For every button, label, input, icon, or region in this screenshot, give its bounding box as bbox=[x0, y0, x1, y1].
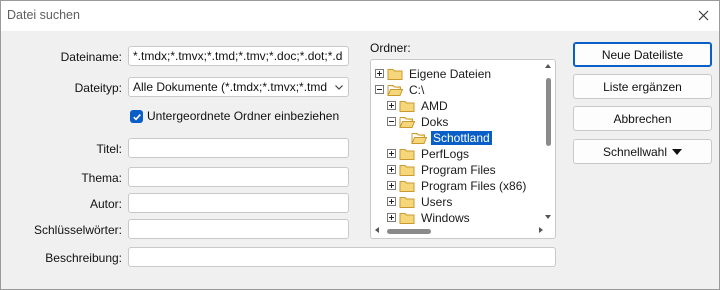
tree-item[interactable]: PerfLogs bbox=[387, 146, 471, 161]
close-icon[interactable] bbox=[693, 5, 713, 25]
expand-plus-icon[interactable] bbox=[375, 69, 384, 78]
tree-item-label: Doks bbox=[421, 114, 449, 129]
filetype-select[interactable]: Alle Dokumente (*.tmdx;*.tmvx;*.tmd bbox=[128, 77, 349, 97]
quick-select-label: Schnellwahl bbox=[602, 144, 668, 159]
folder-icon bbox=[399, 163, 419, 177]
tree-item-label: Eigene Dateien bbox=[409, 66, 492, 81]
expand-plus-icon[interactable] bbox=[387, 181, 396, 190]
include-subfolders-label[interactable]: Untergeordnete Ordner einbeziehen bbox=[147, 109, 339, 123]
new-file-list-label: Neue Dateiliste bbox=[601, 47, 684, 62]
expand-plus-icon[interactable] bbox=[387, 165, 396, 174]
chevron-down-icon bbox=[334, 81, 344, 95]
filetype-label: Dateityp: bbox=[74, 81, 122, 95]
title-label: Titel: bbox=[96, 142, 122, 156]
description-label: Beschreibung: bbox=[45, 251, 122, 265]
horizontal-scroll-thumb[interactable] bbox=[387, 229, 431, 234]
vertical-scrollbar[interactable] bbox=[544, 62, 553, 220]
filename-label: Dateiname: bbox=[60, 50, 122, 64]
append-list-label: Liste ergänzen bbox=[603, 79, 682, 94]
keywords-label: Schlüsselwörter: bbox=[33, 223, 122, 237]
tree-item[interactable]: Windows bbox=[387, 210, 472, 225]
folder-icon bbox=[399, 211, 419, 225]
author-input[interactable] bbox=[128, 193, 349, 213]
tree-item[interactable]: Schottland bbox=[399, 130, 492, 145]
expand-plus-icon[interactable] bbox=[387, 101, 396, 110]
scroll-left-icon[interactable] bbox=[375, 227, 379, 233]
filetype-value: Alle Dokumente (*.tmdx;*.tmvx;*.tmd bbox=[133, 80, 328, 94]
folder-icon bbox=[387, 67, 407, 81]
tree-item-label: AMD bbox=[421, 98, 448, 113]
tree-item-label: Program Files bbox=[421, 162, 496, 177]
folder-open-icon bbox=[411, 131, 431, 145]
expand-plus-icon[interactable] bbox=[387, 197, 396, 206]
folder-icon bbox=[399, 195, 419, 209]
tree-item[interactable]: C:\ bbox=[375, 82, 426, 97]
expand-plus-icon[interactable] bbox=[387, 149, 396, 158]
folder-open-icon bbox=[387, 83, 407, 97]
collapse-minus-icon[interactable] bbox=[375, 85, 384, 94]
tree-item-label: Windows bbox=[421, 210, 470, 225]
subject-input[interactable] bbox=[128, 167, 349, 187]
filename-input[interactable]: *.tmdx;*.tmvx;*.tmd;*.tmv;*.doc;*.dot;*.… bbox=[128, 46, 349, 66]
folder-icon bbox=[399, 147, 419, 161]
scroll-up-icon[interactable] bbox=[545, 64, 551, 68]
tree-item-label: PerfLogs bbox=[421, 146, 470, 161]
include-subfolders-checkbox[interactable] bbox=[130, 110, 143, 123]
folder-open-icon bbox=[399, 115, 419, 129]
folder-tree[interactable]: Eigene Dateien C:\ AMD Doks Schottland PerfLo… bbox=[370, 59, 556, 239]
cancel-button[interactable]: Abbrechen bbox=[573, 106, 712, 131]
tree-item[interactable]: Program Files (x86) bbox=[387, 178, 528, 193]
caret-down-icon bbox=[672, 148, 683, 155]
tree-item[interactable]: Users bbox=[387, 194, 454, 209]
tree-item[interactable]: Program Files bbox=[387, 162, 498, 177]
vertical-scroll-thumb[interactable] bbox=[546, 78, 551, 146]
folder-icon bbox=[399, 179, 419, 193]
find-file-dialog: Datei suchen Dateiname: *.tmdx;*.tmvx;*.… bbox=[0, 0, 720, 290]
tree-item[interactable]: Eigene Dateien bbox=[375, 66, 493, 81]
expand-plus-icon[interactable] bbox=[387, 213, 396, 222]
folder-icon bbox=[399, 99, 419, 113]
cancel-label: Abbrechen bbox=[613, 111, 672, 126]
tree-item[interactable]: Doks bbox=[387, 114, 450, 129]
quick-select-button[interactable]: Schnellwahl bbox=[573, 139, 712, 164]
tree-item-label: Program Files (x86) bbox=[421, 178, 527, 193]
title-input[interactable] bbox=[128, 138, 349, 158]
checkmark-icon bbox=[132, 113, 141, 120]
append-list-button[interactable]: Liste ergänzen bbox=[573, 74, 712, 99]
collapse-minus-icon[interactable] bbox=[387, 117, 396, 126]
tree-item-label: C:\ bbox=[409, 82, 425, 97]
tree-item[interactable]: AMD bbox=[387, 98, 450, 113]
folder-label: Ordner: bbox=[370, 41, 411, 55]
tree-item-label: Schottland bbox=[431, 130, 492, 145]
new-file-list-button[interactable]: Neue Dateiliste bbox=[573, 42, 712, 67]
keywords-input[interactable] bbox=[128, 219, 349, 239]
scroll-right-icon[interactable] bbox=[539, 227, 543, 233]
description-input[interactable] bbox=[128, 247, 556, 267]
subject-label: Thema: bbox=[81, 171, 122, 185]
tree-item-label: Users bbox=[421, 194, 453, 209]
window-title: Datei suchen bbox=[7, 8, 80, 22]
title-bar: Datei suchen bbox=[1, 1, 719, 31]
author-label: Autor: bbox=[89, 197, 122, 211]
horizontal-scrollbar[interactable] bbox=[373, 226, 545, 236]
scroll-down-icon[interactable] bbox=[545, 215, 551, 219]
